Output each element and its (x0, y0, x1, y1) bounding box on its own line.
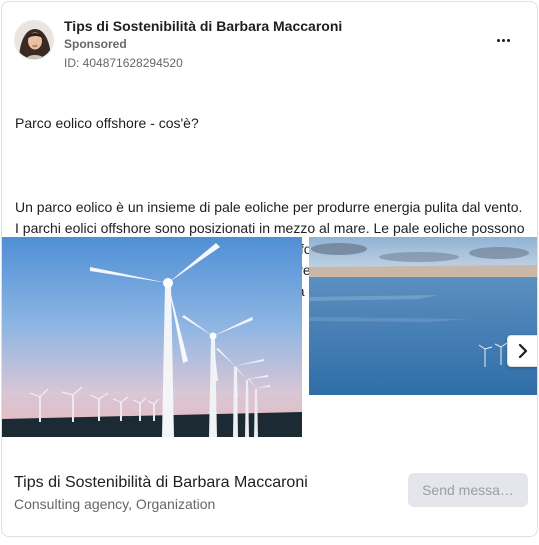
carousel-slide-offshore-park[interactable] (309, 237, 537, 395)
ad-footer: Tips di Sostenibilità di Barbara Maccaro… (14, 470, 528, 518)
page-name[interactable]: Tips di Sostenibilità di Barbara Maccaro… (64, 18, 342, 34)
sponsored-label: Sponsored (64, 37, 127, 51)
chevron-right-icon (518, 344, 528, 358)
more-dot-icon (496, 38, 500, 42)
image-carousel (2, 237, 537, 439)
offshore-wind-park-image (309, 237, 537, 395)
ad-id: ID: 404871628294520 (64, 56, 183, 70)
more-dot-icon (501, 38, 505, 42)
footer-page-name[interactable]: Tips di Sostenibilità di Barbara Maccaro… (14, 474, 308, 492)
more-dot-icon (506, 38, 510, 42)
avatar[interactable] (14, 20, 54, 60)
carousel-next-button[interactable] (507, 335, 537, 367)
ad-header: Tips di Sostenibilità di Barbara Maccaro… (14, 18, 525, 74)
profile-photo (15, 21, 53, 59)
send-message-button[interactable]: Send messa… (408, 473, 528, 507)
ad-headline: Parco eolico offshore - cos'è? (15, 115, 199, 131)
footer-category: Consulting agency, Organization (14, 496, 216, 512)
wind-turbines-image (2, 237, 302, 437)
carousel-slide-wind-turbines[interactable] (2, 237, 302, 437)
more-options-button[interactable] (491, 32, 515, 48)
ad-card: Tips di Sostenibilità di Barbara Maccaro… (1, 1, 538, 537)
